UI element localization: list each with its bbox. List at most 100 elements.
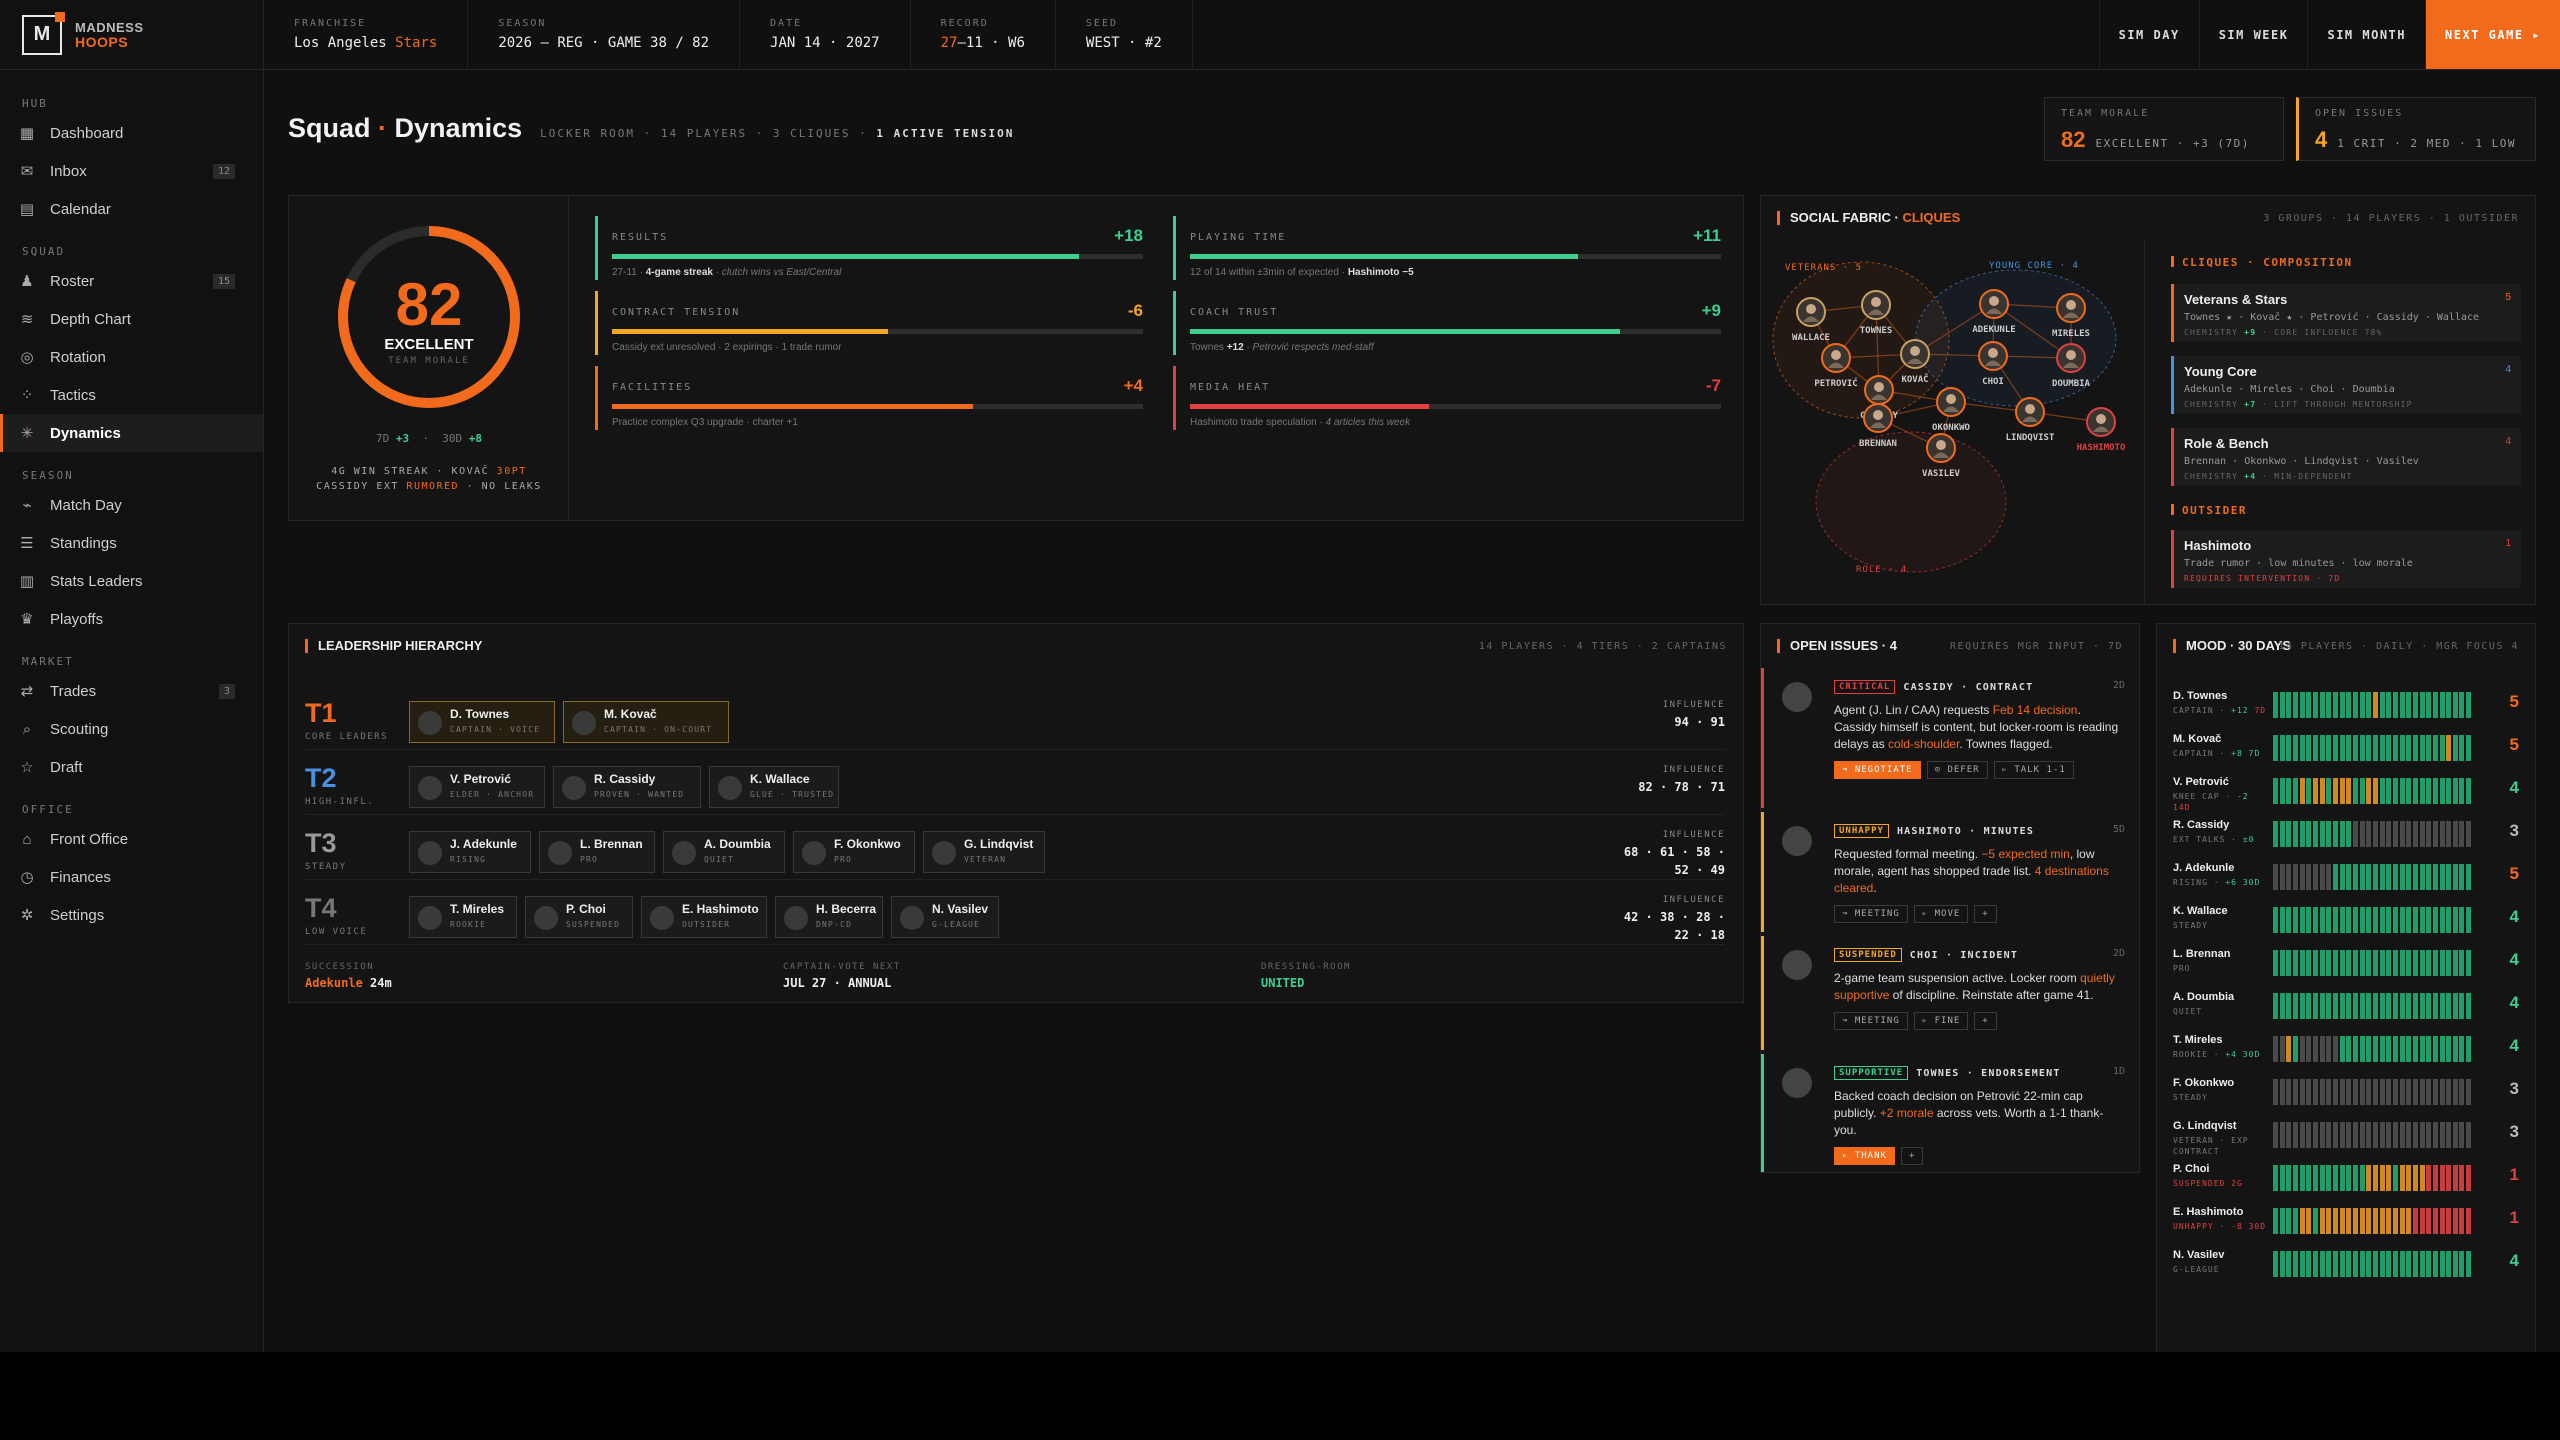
mood-row[interactable]: R. Cassidy EXT TALKS · ±0 3 <box>2173 817 2533 860</box>
mood-row[interactable]: A. Doumbia QUIET 4 <box>2173 989 2533 1032</box>
open-issues-kpi[interactable]: OPEN ISSUES 41 CRIT · 2 MED · 1 LOW <box>2296 97 2536 161</box>
mood-cell <box>2386 1251 2392 1277</box>
mood-row[interactable]: E. Hashimoto UNHAPPY · -8 30D 1 <box>2173 1204 2533 1247</box>
clique-card[interactable]: Veterans & Stars 5 Townes ★ · Kovač ★ · Pe… <box>2171 284 2521 342</box>
issue-card[interactable]: CRITICAL CASSIDY · CONTRACT 2D Agent (J. Li… <box>1761 668 2137 808</box>
sidebar-item-inbox[interactable]: ✉ Inbox 12 <box>0 152 263 190</box>
next-game-button[interactable]: NEXT GAME ▸ <box>2425 0 2560 69</box>
sidebar-item-stats-leaders[interactable]: ▥ Stats Leaders <box>0 562 263 600</box>
sidebar-item-trades[interactable]: ⇄ Trades 3 <box>0 672 263 710</box>
issues-meta: REQUIRES MGR INPUT · 7D <box>1950 641 2123 652</box>
issue-card[interactable]: SUSPENDED CHOI · INCIDENT 2D 2-game team su… <box>1761 936 2137 1050</box>
mood-cell <box>2386 735 2392 761</box>
clique-card[interactable]: Role & Bench 4 Brennan · Okonkwo · Lindqvi… <box>2171 428 2521 486</box>
issue-card[interactable]: SUPPORTIVE TOWNES · ENDORSEMENT 1D Backed c… <box>1761 1054 2137 1172</box>
mood-cell <box>2299 950 2305 976</box>
player-chip[interactable]: H. Becerra DNP-CD <box>775 896 883 938</box>
sidebar-item-scouting[interactable]: ⌕ Scouting <box>0 710 263 748</box>
sidebar-item-depth-chart[interactable]: ≋ Depth Chart <box>0 300 263 338</box>
issue-action-button[interactable]: ▹ MOVE <box>1913 905 1969 923</box>
issue-action-button[interactable]: ↝ MEETING <box>1834 1012 1908 1030</box>
mood-cell <box>2299 778 2305 804</box>
sidebar-item-match-day[interactable]: ⌁ Match Day <box>0 486 263 524</box>
mood-cell <box>2372 1208 2378 1234</box>
mood-row[interactable]: K. Wallace STEADY 4 <box>2173 903 2533 946</box>
mood-title: MOOD · 30 DAYS <box>2173 638 2291 653</box>
mood-row[interactable]: V. Petrović KNEE CAP · -2 14D 4 <box>2173 774 2533 817</box>
mood-row[interactable]: L. Brennan PRO 4 <box>2173 946 2533 989</box>
player-chip[interactable]: N. Vasilev G-LEAGUE <box>891 896 999 938</box>
player-node[interactable]: CHOI <box>1978 341 2008 387</box>
player-chip[interactable]: G. Lindqvist VETERAN <box>923 831 1045 873</box>
mood-row[interactable]: F. Okonkwo STEADY 3 <box>2173 1075 2533 1118</box>
sidebar-item-tactics[interactable]: ⁘ Tactics <box>0 376 263 414</box>
issue-action-button[interactable]: + <box>1900 1147 1924 1165</box>
factor-results[interactable]: RESULTS +18 27-11 · 4-game streak · clutch… <box>595 216 1143 280</box>
player-node[interactable]: KOVAČ <box>1900 339 1930 385</box>
sidebar-item-settings[interactable]: ✲ Settings <box>0 896 263 934</box>
mood-cell <box>2459 1251 2465 1277</box>
sidebar-item-rotation[interactable]: ◎ Rotation <box>0 338 263 376</box>
sidebar-item-calendar[interactable]: ▤ Calendar <box>0 190 263 228</box>
player-chip[interactable]: K. Wallace GLUE · TRUSTED <box>709 766 839 808</box>
mood-cell <box>2412 821 2418 847</box>
player-node[interactable]: TOWNES <box>1860 290 1893 336</box>
sidebar-item-front-office[interactable]: ⌂ Front Office <box>0 820 263 858</box>
factor-media-heat[interactable]: MEDIA HEAT -7 Hashimoto trade speculation … <box>1173 366 1721 430</box>
factor-contract-tension[interactable]: CONTRACT TENSION -6 Cassidy ext unresolved… <box>595 291 1143 355</box>
mood-row[interactable]: D. Townes CAPTAIN · +12 7D 5 <box>2173 688 2533 731</box>
factor-coach-trust[interactable]: COACH TRUST +9 Townes +12 · Petrović respe… <box>1173 291 1721 355</box>
mood-row[interactable]: J. Adekunle RISING · +6 30D 5 <box>2173 860 2533 903</box>
sim-day-button[interactable]: SIM DAY <box>2098 0 2199 69</box>
clique-card[interactable]: Young Core 4 Adekunle · Mireles · Choi · D… <box>2171 356 2521 414</box>
mood-row[interactable]: G. Lindqvist VETERAN · EXP CONTRACT 3 <box>2173 1118 2533 1161</box>
mood-row[interactable]: M. Kovač CAPTAIN · +8 7D 5 <box>2173 731 2533 774</box>
factor-bar <box>612 329 1143 334</box>
player-chip[interactable]: P. Choi SUSPENDED <box>525 896 633 938</box>
mood-cell <box>2446 950 2452 976</box>
sidebar-item-draft[interactable]: ☆ Draft <box>0 748 263 786</box>
issue-card[interactable]: UNHAPPY HASHIMOTO · MINUTES 5D Requested fo… <box>1761 812 2137 932</box>
sidebar-item-finances[interactable]: ◷ Finances <box>0 858 263 896</box>
factor-playing-time[interactable]: PLAYING TIME +11 12 of 14 within ±3min of … <box>1173 216 1721 280</box>
issue-action-button[interactable]: ▹ TALK 1-1 <box>1993 761 2074 779</box>
mood-heatmap <box>2273 950 2473 976</box>
player-chip[interactable]: T. Mireles ROOKIE <box>409 896 517 938</box>
player-chip[interactable]: D. Townes CAPTAIN · VOICE <box>409 701 555 743</box>
player-chip[interactable]: J. Adekunle RISING <box>409 831 531 873</box>
player-chip[interactable]: M. Kovač CAPTAIN · ON-COURT <box>563 701 729 743</box>
sidebar-item-playoffs[interactable]: ♛ Playoffs <box>0 600 263 638</box>
mood-row[interactable]: T. Mireles ROOKIE · +4 30D 4 <box>2173 1032 2533 1075</box>
team-morale-kpi[interactable]: TEAM MORALE 82 EXCELLENT · +3 (7D) <box>2044 97 2284 161</box>
sidebar-item-dashboard[interactable]: ▦ Dashboard <box>0 114 263 152</box>
sim-month-button[interactable]: SIM MONTH <box>2307 0 2425 69</box>
player-chip[interactable]: R. Cassidy PROVEN · WANTED <box>553 766 701 808</box>
mood-row[interactable]: P. Choi SUSPENDED 2G 1 <box>2173 1161 2533 1204</box>
player-chip[interactable]: A. Doumbia QUIET <box>663 831 785 873</box>
issue-action-button[interactable]: ⊙ DEFER <box>1926 761 1988 779</box>
issue-action-button[interactable]: + <box>1974 905 1997 923</box>
issue-action-button[interactable]: ▹ THANK <box>1834 1147 1895 1165</box>
sidebar-item-standings[interactable]: ☰ Standings <box>0 524 263 562</box>
sidebar-item-roster[interactable]: ♟ Roster 15 <box>0 262 263 300</box>
clique-network[interactable]: VETERANS · 5 YOUNG CORE · 4 ROLE · 4 WALLAC… <box>1761 240 2144 600</box>
mood-row[interactable]: N. Vasilev G-LEAGUE 4 <box>2173 1247 2533 1290</box>
player-chip[interactable]: F. Okonkwo PRO <box>793 831 915 873</box>
mood-cell <box>2286 735 2292 761</box>
issue-action-button[interactable]: ↝ NEGOTIATE <box>1834 761 1921 779</box>
player-node[interactable]: HASHIMOTO <box>2077 407 2126 453</box>
mood-cell <box>2386 821 2392 847</box>
player-chip[interactable]: L. Brennan PRO <box>539 831 655 873</box>
outsider-card[interactable]: Hashimoto 1 Trade rumor · low minutes · … <box>2171 530 2521 588</box>
logo[interactable]: M MADNESS HOOPS <box>0 0 263 70</box>
issue-action-button[interactable]: ↝ MEETING <box>1834 905 1908 923</box>
mood-cell <box>2412 1036 2418 1062</box>
factor-facilities[interactable]: FACILITIES +4 Practice complex Q3 upgrade … <box>595 366 1143 430</box>
player-chip[interactable]: V. Petrović ELDER · ANCHOR <box>409 766 545 808</box>
issue-action-button[interactable]: ▹ FINE <box>1913 1012 1969 1030</box>
issue-action-button[interactable]: + <box>1974 1012 1997 1030</box>
sidebar-item-dynamics[interactable]: ✳ Dynamics <box>0 414 263 452</box>
sim-week-button[interactable]: SIM WEEK <box>2198 0 2308 69</box>
mood-cell <box>2346 950 2352 976</box>
player-chip[interactable]: E. Hashimoto OUTSIDER <box>641 896 767 938</box>
